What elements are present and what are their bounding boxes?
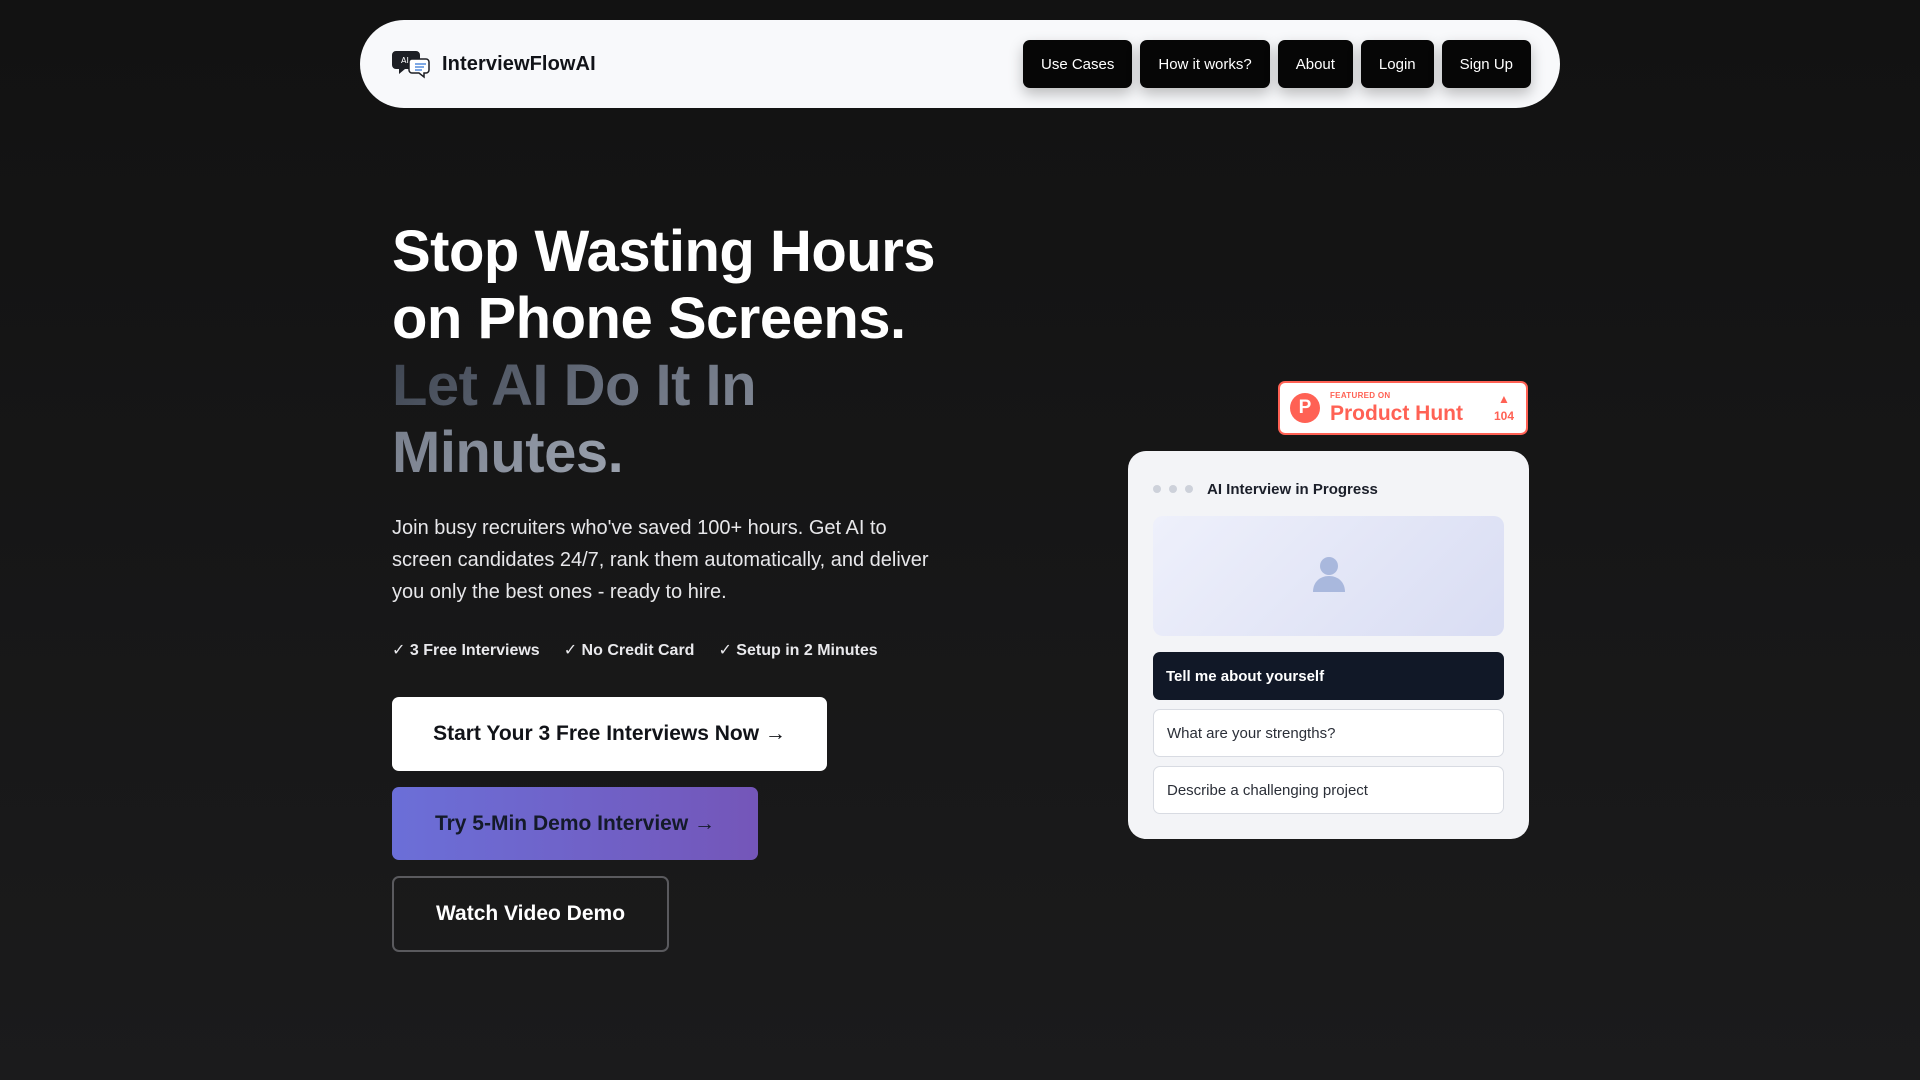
try-demo-interview-button[interactable]: Try 5-Min Demo Interview → xyxy=(392,787,758,860)
question-item[interactable]: What are your strengths? xyxy=(1153,709,1504,757)
login-button[interactable]: Login xyxy=(1360,40,1434,88)
product-hunt-text: FEATURED ON Product Hunt xyxy=(1330,391,1463,425)
nav-links: Use Cases How it works? About Login Sign… xyxy=(1023,40,1531,88)
watch-video-demo-button[interactable]: Watch Video Demo xyxy=(392,876,669,952)
nav-how-it-works-button[interactable]: How it works? xyxy=(1140,40,1270,88)
chat-bubbles-icon: AI xyxy=(390,42,434,86)
upvote-arrow-icon: ▲ xyxy=(1498,392,1510,406)
candidate-video-area xyxy=(1153,516,1504,636)
nav-about-button[interactable]: About xyxy=(1277,40,1353,88)
hero-subtext: Join busy recruiters who've saved 100+ h… xyxy=(392,517,929,603)
start-free-interviews-button[interactable]: Start Your 3 Free Interviews Now → xyxy=(392,697,827,771)
product-hunt-votes: ▲ 104 xyxy=(1494,393,1514,423)
question-item[interactable]: Describe a challenging project xyxy=(1153,766,1504,814)
interview-preview-card: AI Interview in Progress Tell me about y… xyxy=(1128,451,1529,839)
brand-name: InterviewFlowAI xyxy=(442,52,596,75)
feature-list: ✓ 3 Free Interviews ✓ No Credit Card ✓ S… xyxy=(392,640,878,660)
top-navbar: AI InterviewFlowAI Use Cases How it work… xyxy=(360,20,1560,108)
window-dot xyxy=(1185,485,1193,493)
headline-accent: Let AI Do It In Minutes. xyxy=(392,353,757,485)
feature-setup-time: ✓ Setup in 2 Minutes xyxy=(718,642,878,659)
feature-no-credit-card: ✓ No Credit Card xyxy=(563,642,695,659)
question-item-active[interactable]: Tell me about yourself xyxy=(1153,652,1504,700)
brand[interactable]: AI InterviewFlowAI xyxy=(390,42,596,86)
user-avatar-icon xyxy=(1312,555,1346,598)
feature-free-interviews: ✓ 3 Free Interviews xyxy=(392,642,540,659)
card-header: AI Interview in Progress xyxy=(1153,477,1504,501)
nav-use-cases-button[interactable]: Use Cases xyxy=(1023,40,1133,88)
product-hunt-featured-label: FEATURED ON xyxy=(1330,391,1391,400)
svg-text:AI: AI xyxy=(401,56,409,65)
window-dots xyxy=(1153,485,1193,493)
window-dot xyxy=(1169,485,1177,493)
product-hunt-vote-count: 104 xyxy=(1493,409,1514,423)
window-dot xyxy=(1153,485,1161,493)
hero-headline: Stop Wasting Hours on Phone Screens. Let… xyxy=(392,218,952,486)
product-hunt-logo-icon: P xyxy=(1290,393,1320,423)
product-hunt-badge[interactable]: P FEATURED ON Product Hunt ▲ 104 xyxy=(1278,381,1528,435)
landing-page: AI InterviewFlowAI Use Cases How it work… xyxy=(0,0,1920,1080)
product-hunt-name: Product Hunt xyxy=(1330,402,1463,425)
card-title: AI Interview in Progress xyxy=(1207,480,1378,498)
headline-main: Stop Wasting Hours on Phone Screens. xyxy=(392,219,936,351)
sign-up-button[interactable]: Sign Up xyxy=(1441,40,1531,88)
